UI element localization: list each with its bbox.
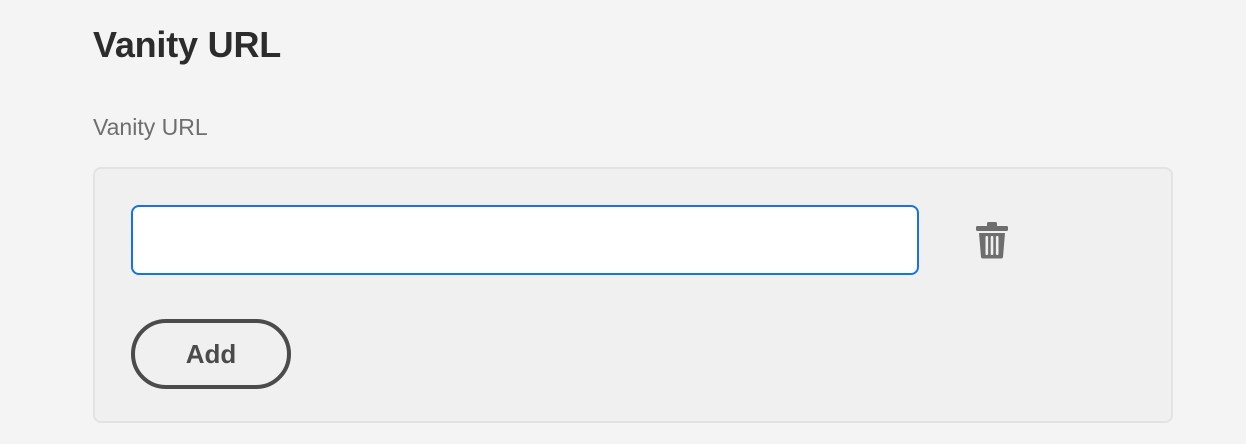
section-title: Vanity URL <box>93 24 282 65</box>
vanity-url-label: Vanity URL <box>93 114 208 140</box>
vanity-url-multifield: Add <box>93 167 1173 423</box>
trash-icon <box>976 222 1008 259</box>
add-button[interactable]: Add <box>131 319 291 389</box>
page: Vanity URL Vanity URL Add <box>0 0 1246 444</box>
vanity-url-input[interactable] <box>131 205 919 275</box>
delete-item-button[interactable] <box>963 211 1021 269</box>
